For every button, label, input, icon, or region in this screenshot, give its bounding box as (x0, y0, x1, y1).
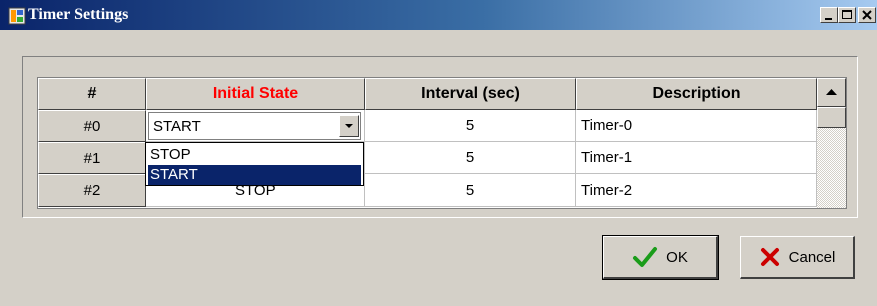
scroll-up-icon (826, 89, 837, 95)
ok-button[interactable]: OK (602, 235, 719, 280)
checkmark-icon (633, 247, 658, 267)
initial-state-combobox[interactable]: START (148, 112, 361, 140)
chevron-down-icon (345, 124, 353, 128)
maximize-icon (842, 10, 852, 19)
timer-settings-window: Timer Settings # Initial State Interval … (0, 0, 877, 306)
minimize-button[interactable] (820, 7, 838, 23)
dropdown-option-start[interactable]: START (148, 165, 361, 185)
state-dropdown-list: STOP START (145, 142, 364, 186)
ok-label: OK (666, 248, 688, 266)
cancel-label: Cancel (788, 248, 836, 266)
cancel-button[interactable]: Cancel (740, 236, 855, 279)
x-mark-icon (760, 248, 779, 266)
window-title: Timer Settings (28, 6, 129, 23)
description-cell-0[interactable]: Timer-0 (576, 110, 817, 142)
title-bar[interactable]: Timer Settings (0, 0, 877, 30)
close-button[interactable] (858, 7, 876, 23)
column-header-description[interactable]: Description (576, 78, 817, 110)
minimize-icon (825, 18, 832, 20)
row-header-1[interactable]: #1 (38, 142, 146, 174)
maximize-button[interactable] (838, 7, 856, 23)
app-timer-icon (8, 7, 26, 25)
interval-cell-1[interactable]: 5 (365, 142, 576, 174)
row-header-2[interactable]: #2 (38, 174, 146, 207)
column-header-index[interactable]: # (38, 78, 146, 110)
combobox-dropdown-button[interactable] (339, 115, 359, 137)
dropdown-option-stop[interactable]: STOP (148, 145, 361, 165)
close-icon (862, 10, 872, 20)
interval-cell-0[interactable]: 5 (365, 110, 576, 142)
description-cell-1[interactable]: Timer-1 (576, 142, 817, 174)
column-header-initial-state[interactable]: Initial State (146, 78, 365, 110)
column-header-interval[interactable]: Interval (sec) (365, 78, 576, 110)
row-header-0[interactable]: #0 (38, 110, 146, 142)
scrollbar-thumb[interactable] (817, 107, 846, 128)
grid-vertical-scrollbar[interactable] (817, 78, 846, 208)
interval-cell-2[interactable]: 5 (365, 174, 576, 207)
combobox-value: START (153, 118, 201, 135)
scroll-up-button[interactable] (817, 78, 846, 107)
description-cell-2[interactable]: Timer-2 (576, 174, 817, 207)
